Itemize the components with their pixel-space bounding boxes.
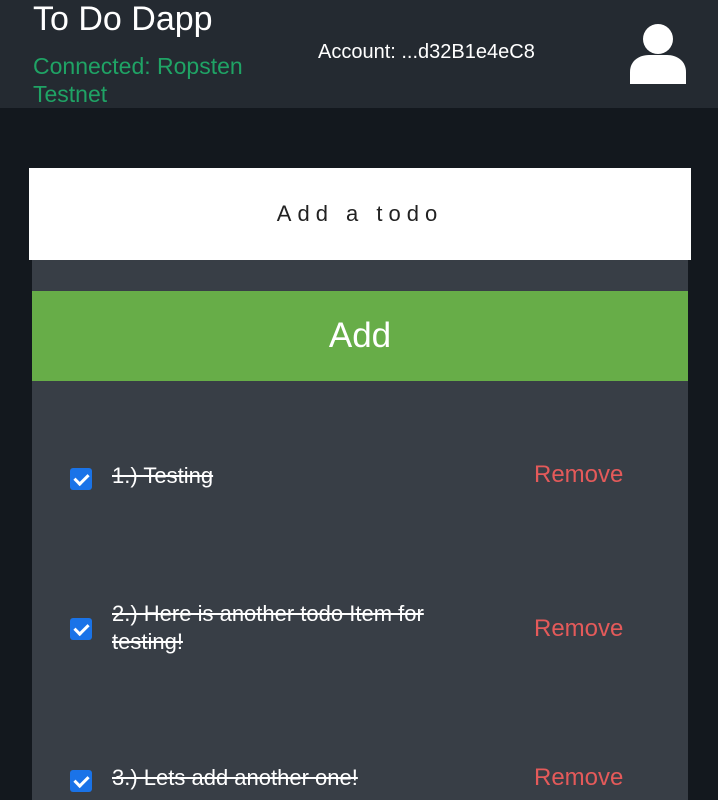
remove-button[interactable]: Remove [534,615,623,643]
account-address: Account: ...d32B1e4eC8 [318,41,535,63]
network-status: Connected: Ropsten Testnet [33,53,243,107]
app-title: To Do Dapp [33,0,213,38]
todo-input[interactable] [29,168,691,260]
todo-text: 1.) Testing [112,463,214,488]
todo-panel: Add 1.) Testing Remove 2.) Here is anoth… [32,260,688,800]
todo-checkbox[interactable] [70,468,92,490]
remove-button[interactable]: Remove [534,461,623,489]
remove-button[interactable]: Remove [534,764,623,792]
todo-text: 2.) Here is another todo Item for testin… [112,601,424,654]
todo-text: 3.) Lets add another one! [112,765,358,790]
add-button[interactable]: Add [32,291,688,381]
user-icon[interactable] [628,22,688,84]
todo-checkbox[interactable] [70,618,92,640]
todo-input-container [29,168,691,260]
app-header: To Do Dapp Connected: Ropsten Testnet Ac… [0,0,718,108]
todo-checkbox[interactable] [70,770,92,792]
